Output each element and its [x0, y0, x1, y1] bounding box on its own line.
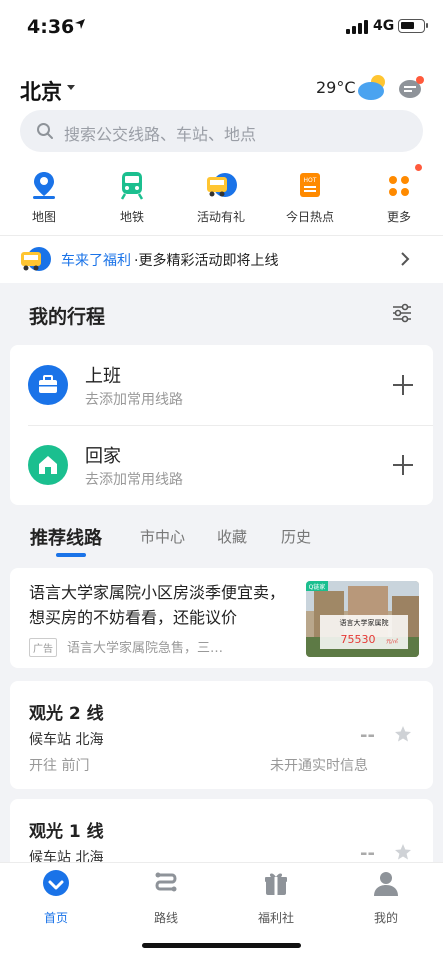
more-grid-icon: [382, 164, 422, 202]
nav-home[interactable]: 首页: [16, 869, 96, 926]
status-time: 4:36: [27, 16, 75, 38]
city-selector[interactable]: 北京: [20, 76, 62, 106]
chevron-down-icon[interactable]: [67, 85, 75, 90]
my-trips-card: 上班 去添加常用线路 回家 去添加常用线路: [10, 345, 433, 505]
home-nav-icon: [43, 870, 69, 896]
promo-bus-icon: [21, 247, 51, 271]
bus-line-name: 观光 2 线: [29, 704, 104, 724]
gift-icon: [265, 873, 287, 895]
bus-realtime-status: 未开通实时信息: [270, 758, 368, 774]
user-icon: [374, 872, 398, 896]
trip-row-home[interactable]: 回家 去添加常用线路: [10, 425, 433, 505]
nav-label: 路线: [153, 911, 178, 925]
star-icon[interactable]: [394, 725, 412, 743]
shortcut-label: 地图: [31, 210, 56, 224]
shortcut-label: 活动有礼: [196, 210, 245, 224]
star-icon[interactable]: [394, 843, 412, 861]
network-type: 4G: [373, 18, 395, 34]
message-icon[interactable]: [398, 76, 424, 100]
nav-label: 首页: [43, 911, 68, 925]
bus-direction: 开往 前门: [29, 758, 90, 774]
location-arrow-icon: [75, 19, 85, 29]
tab-history[interactable]: 历史: [281, 526, 311, 547]
nav-label: 福利社: [257, 911, 294, 925]
ad-badge: 广告: [29, 638, 57, 657]
add-icon[interactable]: [393, 375, 413, 395]
tab-favorites[interactable]: 收藏: [217, 526, 247, 547]
shortcut-subway[interactable]: 地铁: [97, 168, 167, 225]
ad-subtitle: 语言大学家属院急售，三…: [67, 641, 224, 656]
promo-highlight: 车来了福利: [61, 253, 131, 269]
hot-news-icon: HOT: [293, 168, 327, 202]
shortcut-more[interactable]: 更多: [364, 164, 434, 225]
shortcut-label: 地铁: [119, 210, 144, 224]
bus-line-card[interactable]: 观光 2 线 候车站 北海 开往 前门 -- 未开通实时信息: [10, 681, 433, 789]
trip-subtitle: 去添加常用线路: [85, 392, 183, 408]
trip-title: 上班: [85, 366, 121, 387]
ad-image-price: 75530: [341, 633, 376, 646]
ad-card[interactable]: 语言大学家属院小区房淡季便宜卖，想买房的不妨看看，还能议价 广告 语言大学家属院…: [10, 568, 433, 668]
search-placeholder: 搜索公交线路、车站、地点: [64, 125, 257, 144]
shortcut-map[interactable]: 地图: [9, 168, 79, 225]
nav-profile[interactable]: 我的: [346, 869, 426, 926]
ad-image-caption: 语言大学家属院: [340, 618, 389, 627]
ad-image: Q链家 语言大学家属院 75530 元/㎡: [306, 581, 419, 657]
svg-text:HOT: HOT: [304, 177, 317, 184]
trip-title: 回家: [85, 446, 121, 467]
shortcut-activity[interactable]: 活动有礼: [186, 168, 256, 225]
tab-city-center[interactable]: 市中心: [140, 526, 185, 547]
bus-line-name: 观光 1 线: [29, 822, 104, 842]
battery-icon: [398, 19, 428, 33]
ad-image-brand: Q链家: [309, 583, 326, 591]
briefcase-icon: [28, 365, 68, 405]
route-icon: [155, 872, 177, 892]
shortcut-label: 更多: [386, 210, 411, 224]
temperature: 29°C: [316, 78, 356, 97]
search-icon: [37, 123, 53, 139]
partly-cloudy-icon: [358, 75, 385, 100]
settings-sliders-icon[interactable]: [391, 302, 413, 324]
home-indicator: [142, 943, 301, 948]
promo-text: ·更多精彩活动即将上线: [134, 253, 279, 269]
nav-routes[interactable]: 路线: [126, 869, 206, 926]
bus-eta: --: [360, 843, 375, 864]
trip-row-work[interactable]: 上班 去添加常用线路: [10, 345, 433, 425]
tab-recommended[interactable]: 推荐线路: [30, 524, 102, 550]
promo-banner[interactable]: 车来了福利 ·更多精彩活动即将上线: [0, 236, 443, 282]
bus-stop: 候车站 北海: [29, 732, 104, 748]
active-tab-indicator: [56, 553, 86, 557]
map-pin-icon: [27, 168, 61, 202]
subway-icon: [115, 168, 149, 202]
shortcut-label: 今日热点: [285, 210, 334, 224]
gift-bus-icon: [204, 168, 238, 202]
cellular-signal-icon: [346, 20, 368, 34]
status-bar: 4:36 4G: [0, 0, 443, 50]
ad-text: 语言大学家属院小区房淡季便宜卖，想买房的不妨看看，还能议价: [29, 583, 286, 627]
shortcut-hot[interactable]: HOT 今日热点: [275, 168, 345, 225]
ad-image-unit: 元/㎡: [386, 638, 398, 645]
chevron-right-icon: [401, 252, 410, 266]
bus-eta: --: [360, 725, 375, 746]
nav-label: 我的: [373, 911, 398, 925]
trip-subtitle: 去添加常用线路: [85, 472, 183, 488]
nav-welfare[interactable]: 福利社: [236, 869, 316, 926]
search-bar[interactable]: 搜索公交线路、车站、地点: [20, 110, 423, 152]
notification-dot: [415, 164, 422, 171]
my-trips-title: 我的行程: [29, 306, 106, 328]
home-icon: [28, 445, 68, 485]
add-icon[interactable]: [393, 455, 413, 475]
